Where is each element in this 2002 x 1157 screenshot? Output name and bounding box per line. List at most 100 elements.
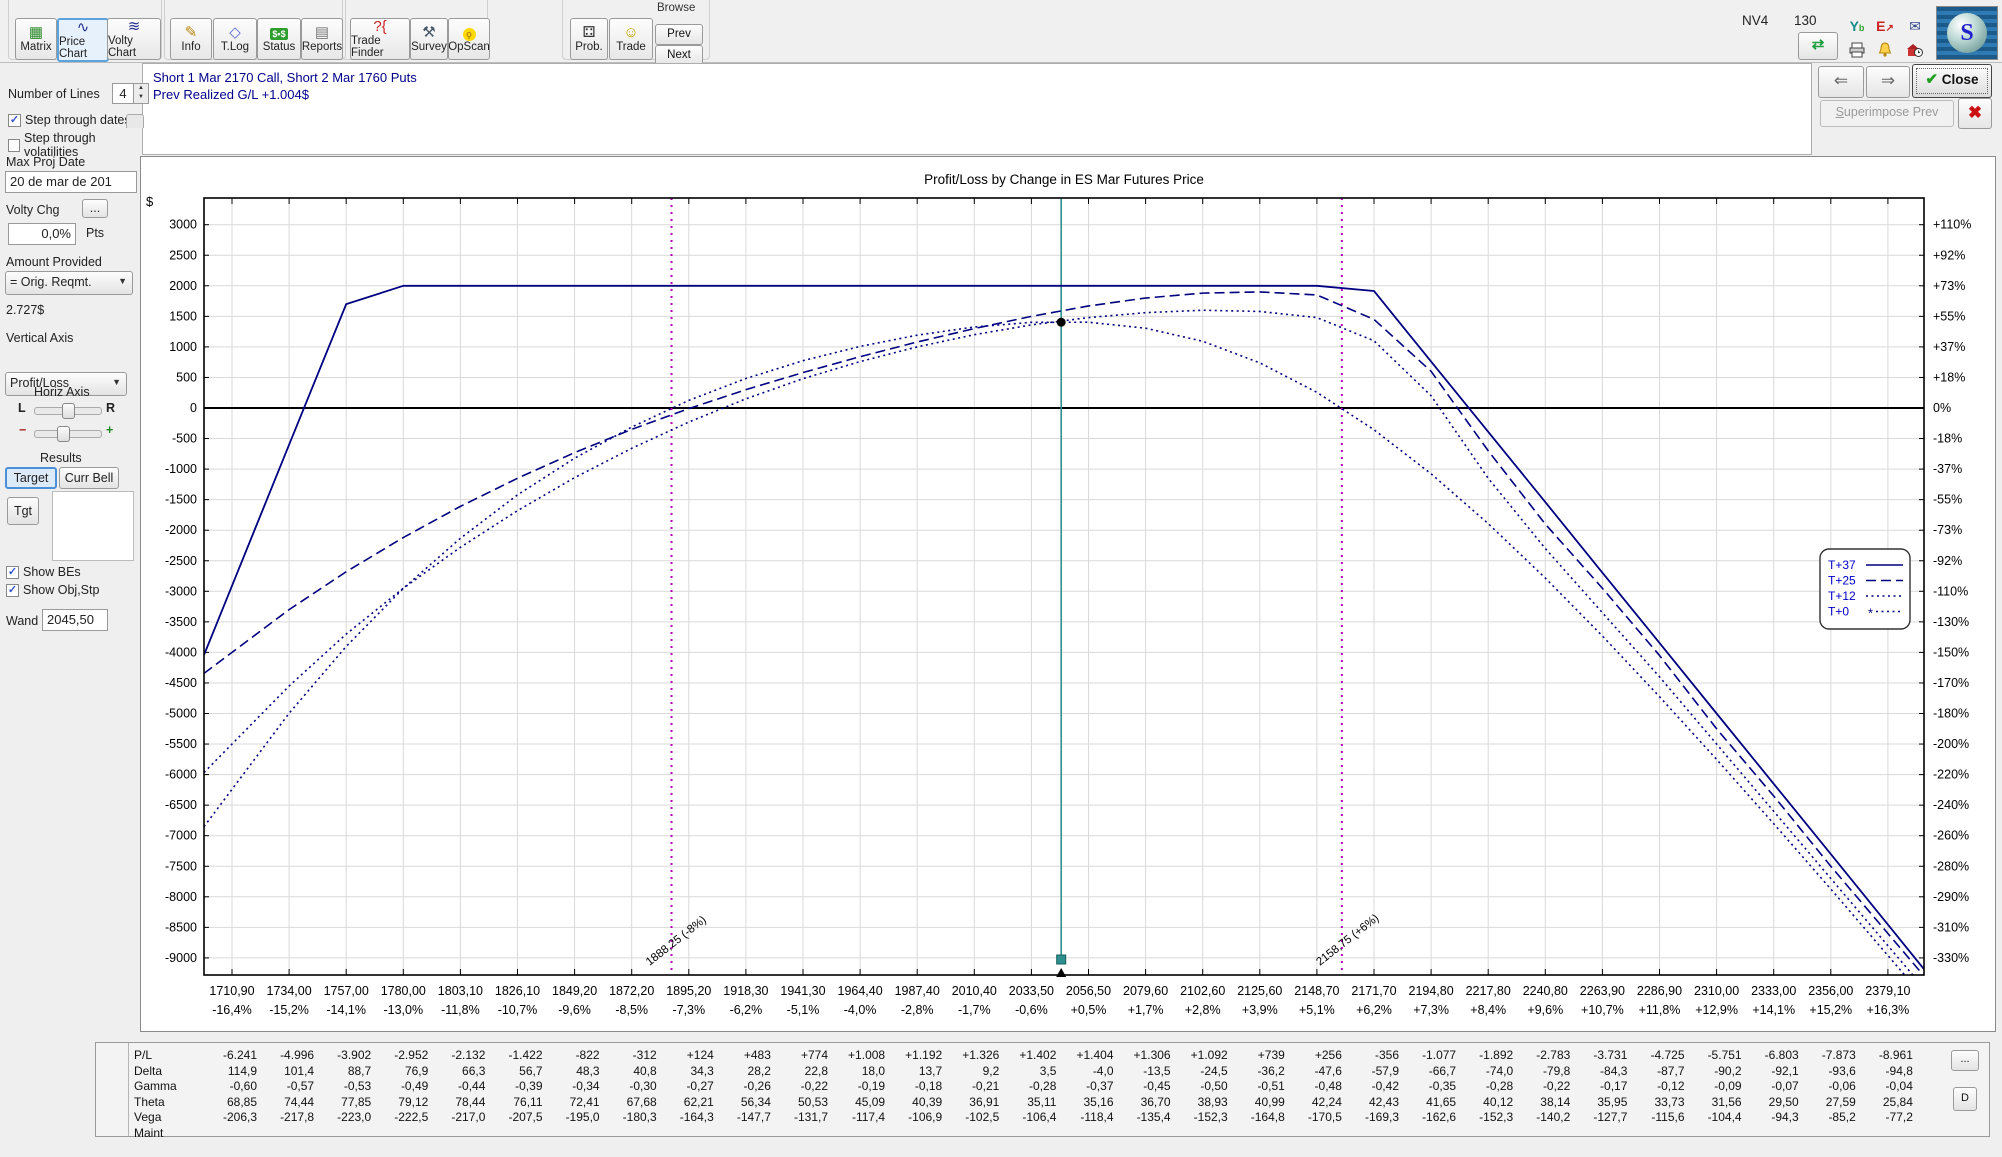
y-axis-pct-label: -73% — [1933, 523, 1962, 537]
table-cell: +1.306 — [1113, 1048, 1171, 1062]
table-cell: 50,53 — [770, 1095, 828, 1109]
table-row-label: Vega — [134, 1110, 161, 1124]
table-cell: 9,2 — [941, 1064, 999, 1078]
table-cell: 56,7 — [485, 1064, 543, 1078]
x-axis-price-label: 2286,90 — [1637, 984, 1682, 998]
table-cell: -0,37 — [1056, 1079, 1114, 1093]
table-cell: 31,56 — [1684, 1095, 1742, 1109]
table-cell: 36,91 — [941, 1095, 999, 1109]
table-cell: -92,1 — [1741, 1064, 1799, 1078]
table-row-label: Gamma — [134, 1079, 177, 1093]
y-axis-pct-label: -220% — [1933, 768, 1969, 782]
table-cell: -90,2 — [1684, 1064, 1742, 1078]
table-cell: -5.751 — [1684, 1048, 1742, 1062]
x-axis-price-label: 2240,80 — [1523, 984, 1568, 998]
table-cell: +739 — [1227, 1048, 1285, 1062]
table-cell: -0,22 — [770, 1079, 828, 1093]
y-axis-label: -8500 — [165, 920, 197, 934]
legend-label: T+0 — [1828, 605, 1849, 619]
x-axis-pct-label: +8,4% — [1470, 1003, 1506, 1017]
table-cell: -2.952 — [370, 1048, 428, 1062]
plot-area[interactable] — [204, 198, 1924, 975]
table-cell: 48,3 — [542, 1064, 600, 1078]
table-row-label: Theta — [134, 1095, 165, 1109]
table-cell: -0,18 — [884, 1079, 942, 1093]
table-cell: -94,8 — [1855, 1064, 1913, 1078]
x-axis-price-label: 1987,40 — [895, 984, 940, 998]
table-cell: +1.092 — [1170, 1048, 1228, 1062]
table-cell: -127,7 — [1569, 1110, 1627, 1124]
table-cell: +483 — [713, 1048, 771, 1062]
table-cell: -0,42 — [1341, 1079, 1399, 1093]
table-cell: -0,30 — [599, 1079, 657, 1093]
table-cell: 35,95 — [1569, 1095, 1627, 1109]
table-cell: -0,57 — [256, 1079, 314, 1093]
table-cell: -115,6 — [1627, 1110, 1685, 1124]
table-cell: -0,26 — [713, 1079, 771, 1093]
y-axis-label: 2500 — [169, 248, 197, 262]
x-axis-pct-label: +7,3% — [1413, 1003, 1449, 1017]
x-axis-price-label: 2194,80 — [1409, 984, 1454, 998]
table-cell: -0,51 — [1227, 1079, 1285, 1093]
table-cell: 62,21 — [656, 1095, 714, 1109]
table-d-button[interactable]: D — [1953, 1087, 1977, 1111]
table-cell: -0,22 — [1512, 1079, 1570, 1093]
y-axis-label: -6500 — [165, 798, 197, 812]
y-axis-pct-label: -18% — [1933, 432, 1962, 446]
table-cell: -3.902 — [313, 1048, 371, 1062]
table-cell: -162,6 — [1398, 1110, 1456, 1124]
table-cell: -164,3 — [656, 1110, 714, 1124]
x-axis-price-label: 2102,60 — [1180, 984, 1225, 998]
x-axis-price-label: 1964,40 — [838, 984, 883, 998]
table-cell: -0,50 — [1170, 1079, 1228, 1093]
table-cell: -0,06 — [1798, 1079, 1856, 1093]
table-cell: -207,5 — [485, 1110, 543, 1124]
table-cell: +256 — [1284, 1048, 1342, 1062]
current-price-square[interactable] — [1057, 955, 1066, 964]
table-cell: -164,8 — [1227, 1110, 1285, 1124]
y-axis-label: -2500 — [165, 554, 197, 568]
table-cell: -147,7 — [713, 1110, 771, 1124]
x-axis-pct-label: -9,6% — [558, 1003, 591, 1017]
table-cell: -0,28 — [998, 1079, 1056, 1093]
table-cell: 35,11 — [998, 1095, 1056, 1109]
x-axis-pct-label: +12,9% — [1695, 1003, 1738, 1017]
y-axis-label: 2000 — [169, 279, 197, 293]
table-more-button[interactable]: ... — [1951, 1050, 1979, 1071]
table-cell: -7.873 — [1798, 1048, 1856, 1062]
y-axis-pct-label: -130% — [1933, 615, 1969, 629]
y-axis-label: -5000 — [165, 707, 197, 721]
legend-label: T+25 — [1828, 574, 1856, 588]
table-cell: 38,93 — [1170, 1095, 1228, 1109]
table-cell: -0,04 — [1855, 1079, 1913, 1093]
y-axis-pct-label: -170% — [1933, 676, 1969, 690]
table-cell: +1.404 — [1056, 1048, 1114, 1062]
table-cell: -94,3 — [1741, 1110, 1799, 1124]
x-axis-price-label: 2171,70 — [1351, 984, 1396, 998]
table-cell: -8.961 — [1855, 1048, 1913, 1062]
table-cell: +1.326 — [941, 1048, 999, 1062]
y-axis-pct-label: +55% — [1933, 309, 1965, 323]
table-cell: -0,07 — [1741, 1079, 1799, 1093]
table-cell: 40,99 — [1227, 1095, 1285, 1109]
table-cell: 13,7 — [884, 1064, 942, 1078]
x-axis-pct-label: -10,7% — [498, 1003, 538, 1017]
y-axis-pct-label: -330% — [1933, 951, 1969, 965]
y-axis-label: 1000 — [169, 340, 197, 354]
table-cell: 66,3 — [427, 1064, 485, 1078]
x-axis-pct-label: +0,5% — [1071, 1003, 1107, 1017]
table-cell: 3,5 — [998, 1064, 1056, 1078]
table-cell: -104,4 — [1684, 1110, 1742, 1124]
table-cell: 25,84 — [1855, 1095, 1913, 1109]
current-price-dot — [1057, 318, 1066, 327]
table-cell: -13,5 — [1113, 1064, 1171, 1078]
table-cell: -4.725 — [1627, 1048, 1685, 1062]
x-axis-pct-label: -1,7% — [958, 1003, 991, 1017]
x-axis-price-label: 2310,00 — [1694, 984, 1739, 998]
table-cell: -0,34 — [542, 1079, 600, 1093]
y-axis-pct-label: +110% — [1933, 218, 1971, 232]
table-cell: -87,7 — [1627, 1064, 1685, 1078]
y-axis-label: -7000 — [165, 829, 197, 843]
y-axis-pct-label: -290% — [1933, 890, 1969, 904]
x-axis-pct-label: +2,8% — [1185, 1003, 1221, 1017]
